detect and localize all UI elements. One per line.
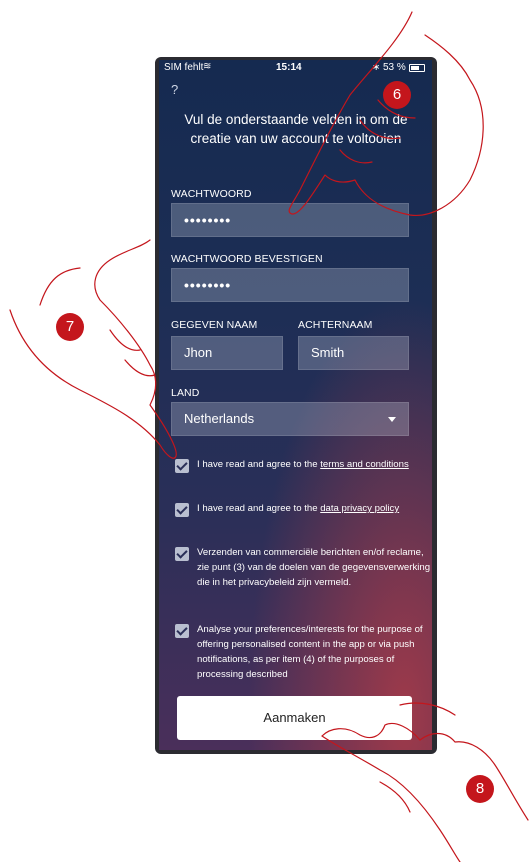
pointing-hand-top-icon [288,11,484,217]
step-badge-6: 6 [383,81,411,109]
hand-illustrations [9,11,529,862]
pointing-hand-bottom-icon [321,735,461,862]
step-badge-7: 7 [56,313,84,341]
step-badge-8: 8 [466,775,494,803]
pointing-hand-left-icon [9,239,177,459]
